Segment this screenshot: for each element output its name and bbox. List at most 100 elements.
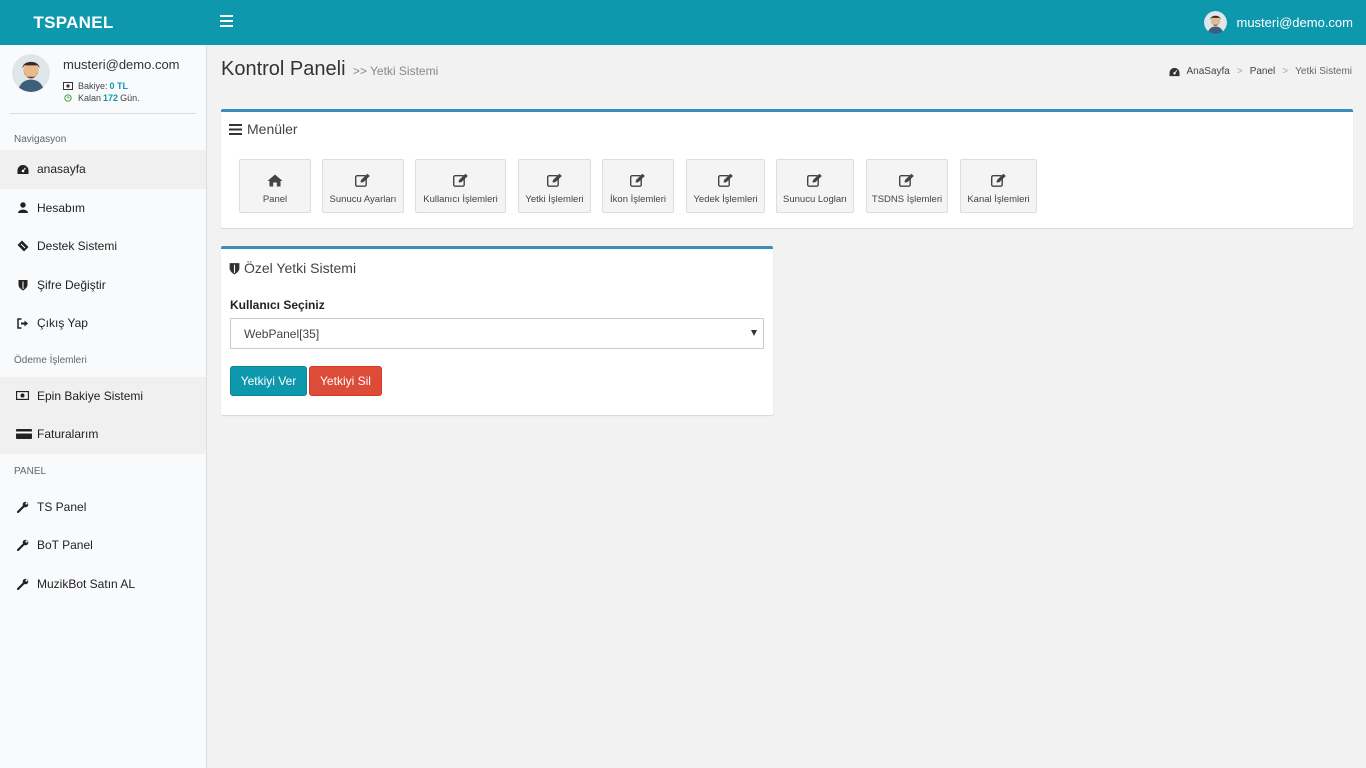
page-title: Kontrol Paneli [221,58,346,80]
menu-button-label: İkon İşlemleri [610,194,666,205]
sidebar-item-label: MuzikBot Satın AL [37,576,136,591]
ticket-icon [16,240,29,253]
menu-button-yedek-islemleri[interactable]: Yedek İşlemleri [686,159,765,213]
edit-icon [452,173,468,187]
dashboard-icon [16,163,29,176]
wrench-icon [16,539,29,552]
menu-button-label: Panel [262,194,288,205]
menu-button-label: Kanal İşlemleri [967,194,1030,205]
user-menu[interactable]: musteri@demo.com [1204,11,1353,34]
menu-button-label: Kullanıcı İşlemleri [423,194,498,205]
menu-button-kanal-islemleri[interactable]: Kanal İşlemleri [960,159,1037,213]
user-select-value: WebPanel[35] [244,326,320,341]
user-select[interactable]: WebPanel[35] [230,318,764,349]
user-email: musteri@demo.com [1236,15,1353,30]
sidebar-item-epin[interactable]: Epin Bakiye Sistemi [0,376,206,415]
avatar [1204,11,1228,34]
menu-button-label: Yetki İşlemleri [525,194,584,205]
user-select-label: Kullanıcı Seçiniz [230,298,325,312]
permission-title-text: Özel Yetki Sistemi [244,260,357,276]
shield-icon [229,262,240,274]
sidebar-item-label: Faturalarım [37,427,99,442]
menus-box: Menüler Panel Sunucu Ayarları Kullanıcı … [221,109,1353,228]
sidebar-item-label: Hesabım [37,200,86,215]
permission-box-title: Özel Yetki Sistemi [229,260,356,276]
sign-out-icon [16,317,29,330]
menu-button-yetki-islemleri[interactable]: Yetki İşlemleri [518,159,591,213]
wrench-icon [16,500,29,513]
edit-icon [899,173,914,187]
clock-icon [64,94,72,102]
top-navbar: TSPANEL musteri@demo.com [0,0,1366,45]
menu-button-kullanici-islemleri[interactable]: Kullanıcı İşlemleri [415,159,506,213]
avatar [12,54,50,92]
sidebar-item-label: Destek Sistemi [37,239,118,254]
grant-permission-button[interactable]: Yetkiyi Ver [230,366,307,396]
edit-icon [355,173,370,187]
money-icon [63,82,73,90]
sidebar-item-anasayfa[interactable]: anasayfa [0,150,206,189]
sidebar-item-label: anasayfa [37,162,86,177]
balance-value: 0 TL [109,81,129,91]
sidebar-item-muzikbot[interactable]: MuzikBot Satın AL [0,565,206,604]
menu-button-sunucu-ayarlari[interactable]: Sunucu Ayarları [322,159,404,213]
dashboard-icon [1169,67,1180,76]
edit-icon [807,173,822,187]
shield-icon [16,278,29,291]
sidebar-user-email: musteri@demo.com [63,57,180,72]
edit-icon [717,173,733,187]
sidebar-item-destek[interactable]: Destek Sistemi [0,227,206,266]
credit-card-icon [16,428,32,441]
sidebar-item-bot-panel[interactable]: BoT Panel [0,526,206,565]
edit-icon [546,173,562,187]
breadcrumb: AnaSayfa > Panel > Yetki Sistemi [1169,66,1352,77]
menu-button-sunucu-loglari[interactable]: Sunucu Logları [776,159,854,213]
breadcrumb-separator: > [1236,66,1243,77]
wrench-icon [16,577,29,590]
bars-icon [229,123,242,135]
sidebar-item-label: TS Panel [37,499,87,514]
edit-icon [630,173,645,187]
remaining-unit: Gün. [120,93,140,103]
permission-box: Özel Yetki Sistemi Kullanıcı Seçiniz Web… [221,246,773,415]
home-icon [267,174,283,187]
sidebar-item-label: Epin Bakiye Sistemi [37,388,144,403]
sidebar-item-label: Şifre Değiştir [37,277,106,292]
menu-button-label: Sunucu Logları [783,194,847,205]
logo[interactable]: TSPANEL [0,0,207,45]
sidebar-toggle-icon[interactable] [220,15,233,27]
content-header: Kontrol Paneli >> Yetki Sistemi [221,58,438,81]
remaining-label: Kalan [78,93,102,103]
revoke-permission-button[interactable]: Yetkiyi Sil [309,366,382,396]
edit-icon [990,173,1006,187]
section-header-payments: Ödeme İşlemleri [14,354,87,366]
sidebar-item-faturalar[interactable]: Faturalarım [0,415,206,454]
menus-title-text: Menüler [247,121,298,137]
caret-down-icon [751,330,757,336]
menu-button-ikon-islemleri[interactable]: İkon İşlemleri [602,159,674,213]
breadcrumb-home[interactable]: AnaSayfa [1186,66,1229,77]
menu-button-label: Sunucu Ayarları [329,194,397,205]
breadcrumb-separator: > [1282,66,1289,77]
sidebar-item-ts-panel[interactable]: TS Panel [0,488,206,527]
menu-button-tsdns-islemleri[interactable]: TSDNS İşlemleri [866,159,948,213]
menu-button-panel[interactable]: Panel [239,159,311,213]
menu-button-label: TSDNS İşlemleri [871,194,943,205]
user-panel: musteri@demo.com Bakiye: 0 TL Kalan 172 … [10,45,196,114]
menus-box-title: Menüler [229,121,298,137]
sidebar-item-label: Çıkış Yap [37,316,88,331]
sidebar-item-sifre[interactable]: Şifre Değiştir [0,266,206,305]
remaining-line: Kalan 172 Gün. [63,93,140,103]
breadcrumb-current: Yetki Sistemi [1295,66,1352,77]
remaining-value: 172 [103,93,119,103]
page-subtitle: >> Yetki Sistemi [352,64,439,78]
sidebar-item-cikis[interactable]: Çıkış Yap [0,304,206,343]
sidebar-item-label: BoT Panel [37,538,93,553]
section-header-panel: PANEL [14,465,47,477]
balance-line: Bakiye: 0 TL [63,81,130,91]
breadcrumb-panel[interactable]: Panel [1250,66,1276,77]
balance-label: Bakiye: [78,81,108,91]
menu-button-label: Yedek İşlemleri [693,194,758,205]
sidebar-item-hesabim[interactable]: Hesabım [0,189,206,228]
section-header-navigation: Navigasyon [14,134,67,145]
